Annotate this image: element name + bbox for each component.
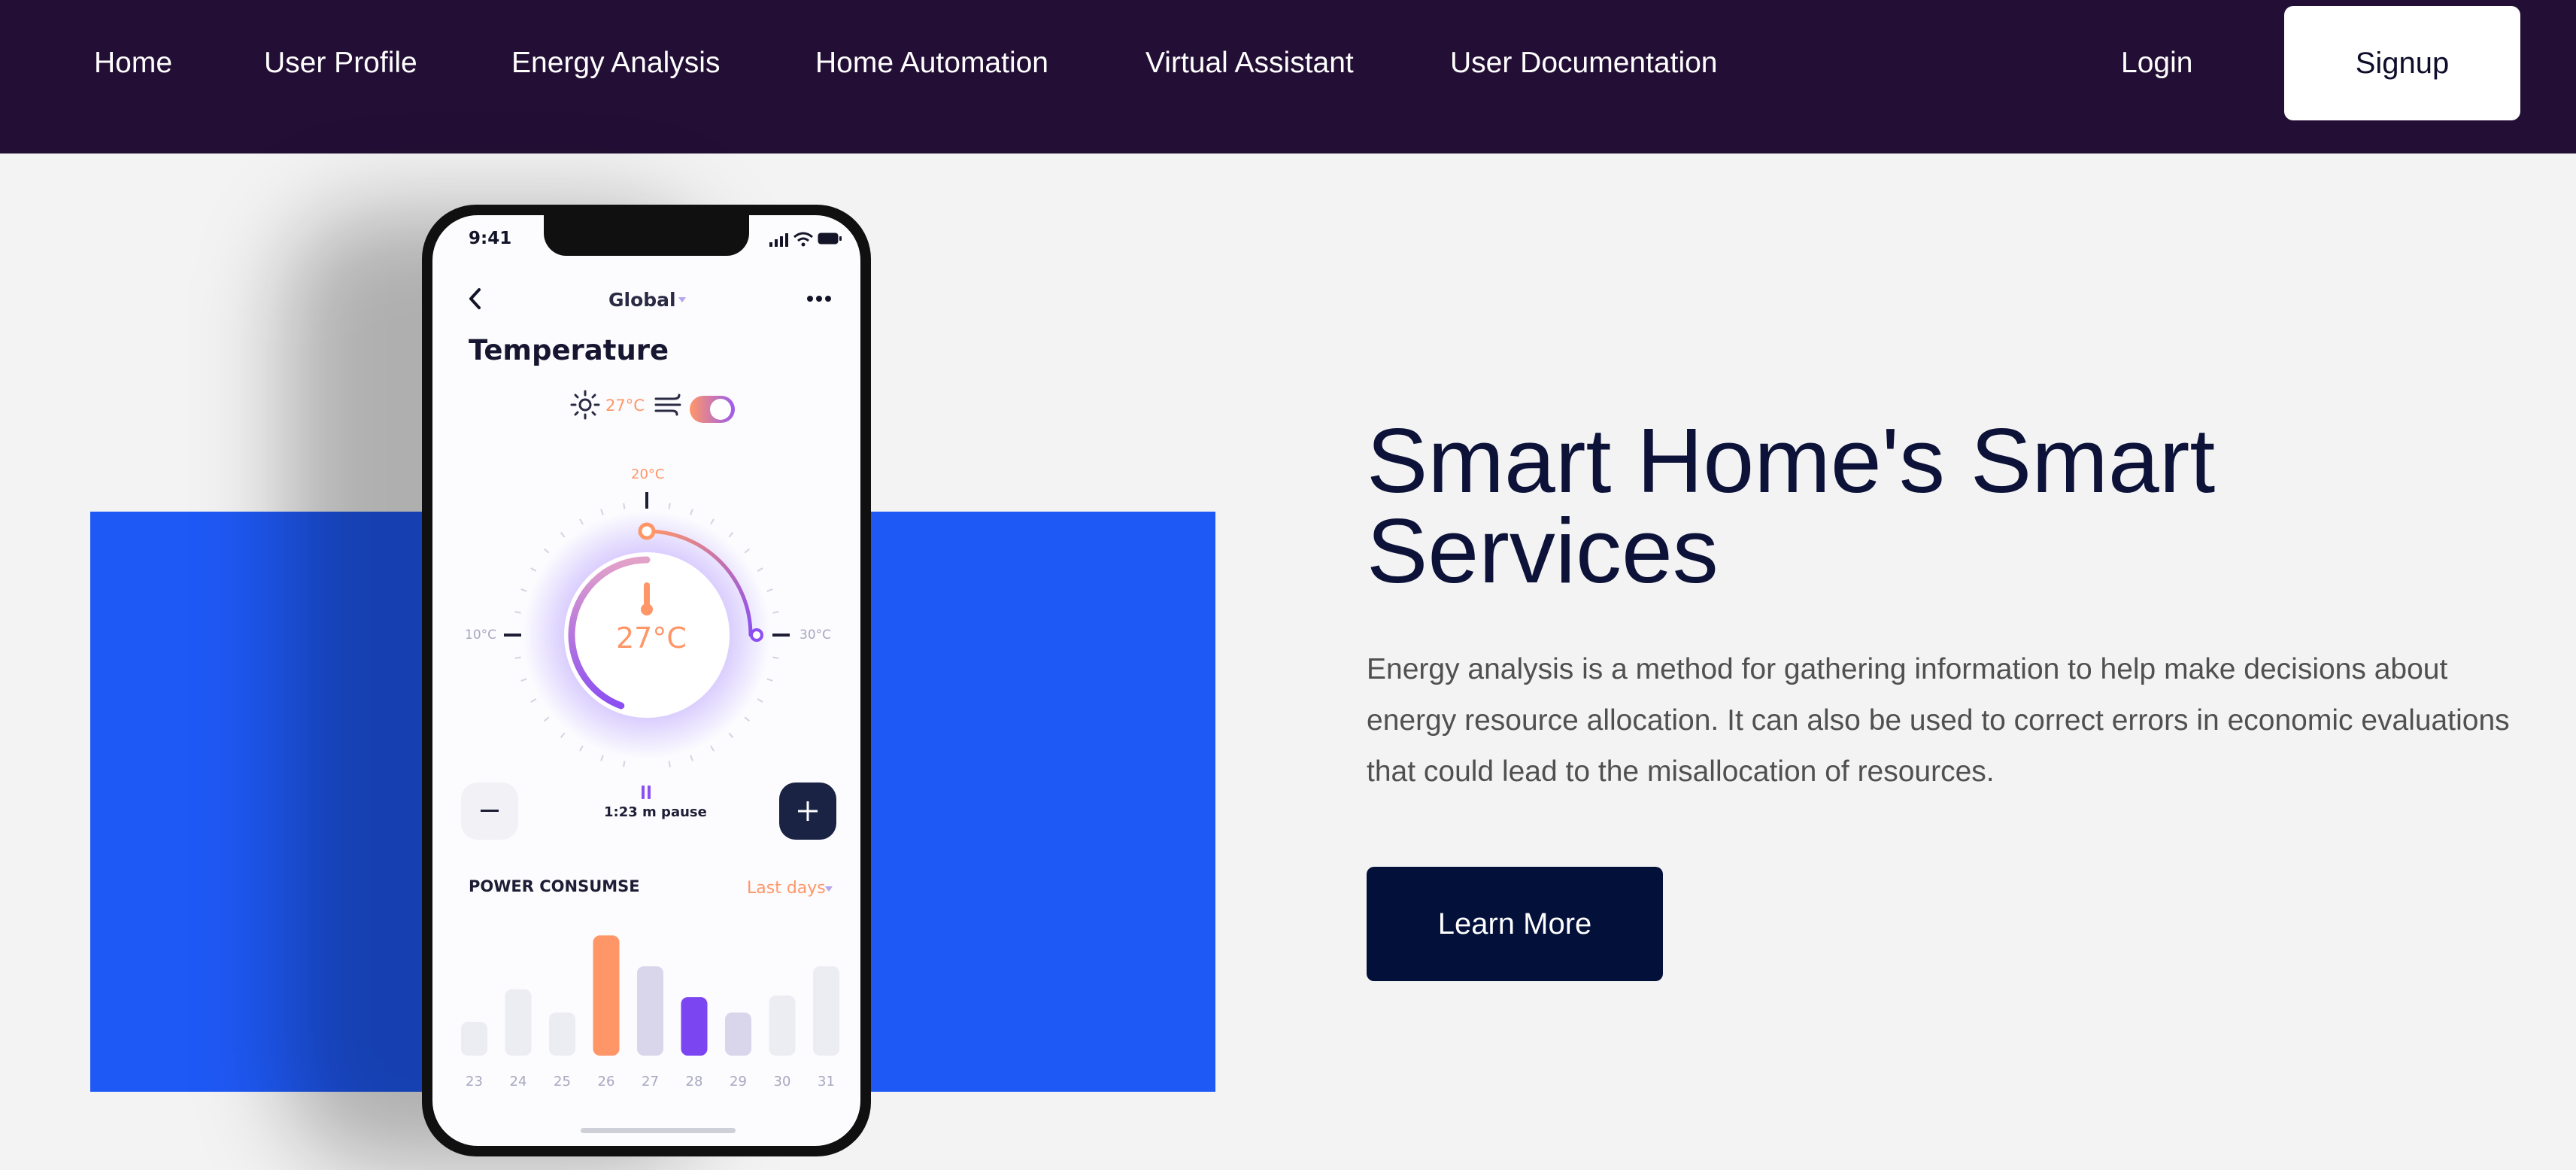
- power-bar: [681, 997, 708, 1056]
- login-link[interactable]: Login: [2121, 47, 2192, 80]
- power-bar-day-label: 25: [554, 1074, 571, 1089]
- power-bar-day-label: 29: [730, 1074, 747, 1089]
- power-bar: [769, 995, 796, 1056]
- power-bar: [725, 1012, 751, 1056]
- power-bar: [505, 989, 532, 1056]
- nav-link-user-profile[interactable]: User Profile: [264, 47, 417, 80]
- nav-link-virtual-assistant[interactable]: Virtual Assistant: [1145, 47, 1354, 80]
- hero-description: Energy analysis is a method for gatherin…: [1367, 653, 2510, 788]
- learn-more-button[interactable]: Learn More: [1367, 867, 1663, 981]
- nav-link-home-automation[interactable]: Home Automation: [815, 47, 1048, 80]
- power-bar-day-label: 24: [510, 1074, 527, 1089]
- power-bar-day-label: 23: [466, 1074, 483, 1089]
- nav-link-home[interactable]: Home: [94, 47, 172, 80]
- signup-button[interactable]: Signup: [2284, 6, 2520, 120]
- power-bar-day-label: 30: [774, 1074, 791, 1089]
- hero-title-line-1: Smart Home's Smart: [1367, 409, 2216, 512]
- power-bar: [461, 1021, 487, 1056]
- power-bar-day-label: 27: [642, 1074, 659, 1089]
- hero-title-line-2: Services: [1367, 500, 1719, 602]
- top-navbar: Home User Profile Energy Analysis Home A…: [0, 0, 2576, 153]
- power-bar-day-label: 31: [818, 1074, 835, 1089]
- hero-title: Smart Home's Smart Services: [1367, 415, 2420, 597]
- power-bar: [593, 935, 620, 1056]
- power-bar-chart: 23 24 25 26 27 28 29 30 31: [461, 935, 839, 1089]
- home-indicator: [581, 1128, 736, 1133]
- phone-mockup: 9:41 Global Temperature 27°C 20°C 10°C 3…: [422, 205, 871, 1156]
- nav-link-user-documentation[interactable]: User Documentation: [1450, 47, 1718, 80]
- nav-link-energy-analysis[interactable]: Energy Analysis: [511, 47, 720, 80]
- power-bar: [813, 966, 839, 1056]
- power-bar: [637, 966, 663, 1056]
- phone-screen: 9:41 Global Temperature 27°C 20°C 10°C 3…: [432, 215, 860, 1146]
- power-bar-day-label: 28: [686, 1074, 703, 1089]
- power-bar-day-label: 26: [598, 1074, 615, 1089]
- power-bar: [549, 1012, 575, 1056]
